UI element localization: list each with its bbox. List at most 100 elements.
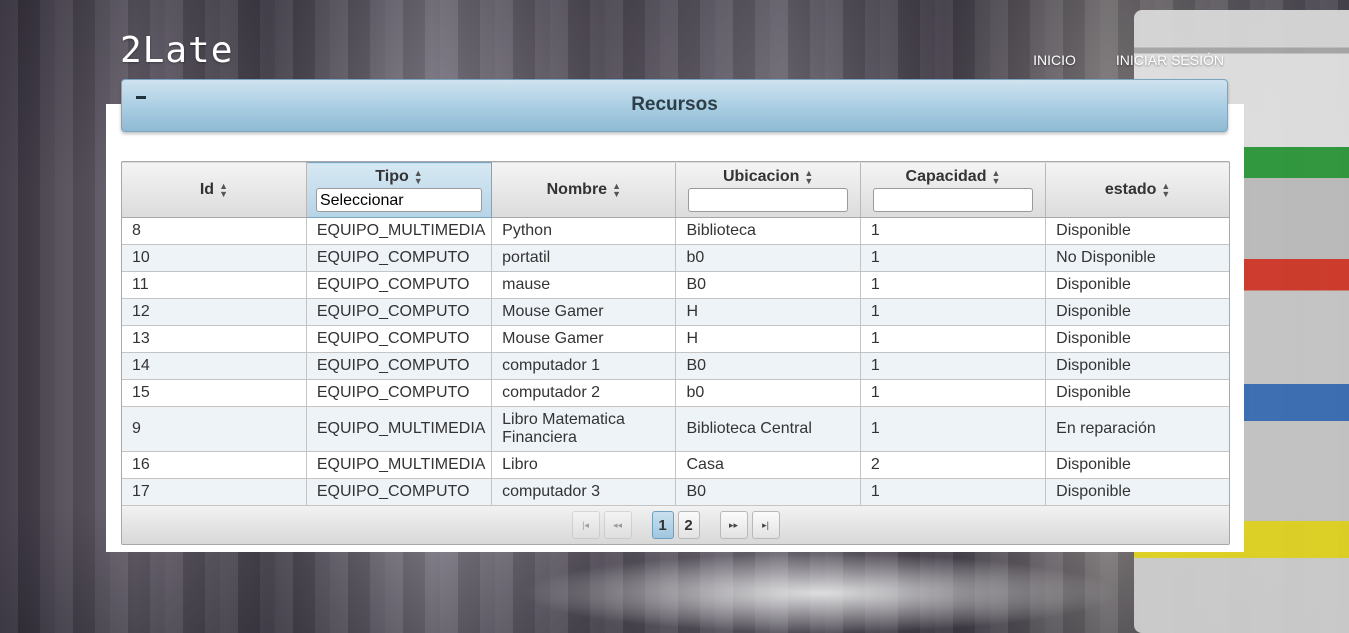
- cell-estado: Disponible: [1045, 298, 1229, 326]
- cell-nombre: computador 3: [491, 478, 677, 506]
- cell-capacidad: 2: [860, 451, 1047, 479]
- cell-tipo: EQUIPO_MULTIMEDIA: [306, 406, 493, 452]
- cell-estado: No Disponible: [1045, 244, 1229, 272]
- table-row[interactable]: 13 EQUIPO_COMPUTO Mouse Gamer H 1 Dispon…: [122, 325, 1229, 353]
- app-logo[interactable]: 2Late: [120, 30, 233, 71]
- cell-capacidad: 1: [860, 244, 1047, 272]
- panel-header: Recursos: [121, 79, 1228, 132]
- cell-estado: Disponible: [1045, 451, 1229, 479]
- cell-capacidad: 1: [860, 379, 1047, 407]
- cell-estado: En reparación: [1045, 406, 1229, 452]
- table-row[interactable]: 12 EQUIPO_COMPUTO Mouse Gamer H 1 Dispon…: [122, 298, 1229, 326]
- cell-ubicacion: H: [675, 325, 861, 353]
- cell-capacidad: 1: [860, 298, 1047, 326]
- paginator: |◂ ◂◂ 1 2 ▸▸ ▸|: [122, 506, 1229, 544]
- cell-estado: Disponible: [1045, 478, 1229, 506]
- cell-id: 13: [122, 325, 307, 353]
- column-header-label: Tipo: [375, 168, 409, 185]
- nav-home-link[interactable]: INICIO: [1033, 52, 1076, 68]
- cell-id: 12: [122, 298, 307, 326]
- table-row[interactable]: 17 EQUIPO_COMPUTO computador 3 B0 1 Disp…: [122, 478, 1229, 506]
- first-page-icon[interactable]: |◂: [571, 511, 600, 539]
- cell-id: 8: [122, 217, 307, 245]
- cell-tipo: EQUIPO_COMPUTO: [306, 298, 493, 326]
- column-header-label: Id: [199, 180, 215, 198]
- table-row[interactable]: 16 EQUIPO_MULTIMEDIA Libro Casa 2 Dispon…: [122, 451, 1229, 479]
- column-header-ubicacion[interactable]: Ubicacion ▲ ▼: [675, 162, 861, 218]
- column-header-id[interactable]: Id ▲ ▼: [122, 162, 307, 218]
- cell-id: 11: [122, 271, 307, 299]
- table-header-row: Id ▲ ▼ Tipo ▲ ▼ Seleccionar Nombre ▲ ▼ Ubicaci…: [122, 162, 1229, 218]
- prev-page-icon[interactable]: ◂◂: [603, 511, 632, 539]
- cell-nombre: computador 1: [491, 352, 677, 380]
- cell-tipo: EQUIPO_COMPUTO: [306, 478, 493, 506]
- sort-icon: ▲ ▼: [219, 180, 228, 199]
- table-row[interactable]: 15 EQUIPO_COMPUTO computador 2 b0 1 Disp…: [122, 379, 1229, 407]
- cell-capacidad: 1: [860, 271, 1047, 299]
- ubicacion-filter-input[interactable]: [688, 187, 849, 212]
- column-header-capacidad[interactable]: Capacidad ▲ ▼: [860, 162, 1047, 218]
- cell-ubicacion: b0: [675, 379, 861, 407]
- sort-icon: ▲ ▼: [612, 180, 621, 199]
- cell-capacidad: 1: [860, 478, 1047, 506]
- cell-id: 14: [122, 352, 307, 380]
- sort-icon: ▲ ▼: [1161, 180, 1171, 199]
- cell-nombre: mause: [491, 271, 677, 299]
- cell-nombre: Libro Matematica Financiera: [491, 406, 677, 452]
- cell-estado: Disponible: [1045, 352, 1229, 380]
- cell-id: 15: [122, 379, 307, 407]
- cell-tipo: EQUIPO_COMPUTO: [306, 244, 493, 272]
- table-row[interactable]: 8 EQUIPO_MULTIMEDIA Python Biblioteca 1 …: [122, 217, 1229, 245]
- table-row[interactable]: 9 EQUIPO_MULTIMEDIA Libro Matematica Fin…: [122, 406, 1229, 452]
- cell-ubicacion: B0: [675, 478, 861, 506]
- next-page-icon[interactable]: ▸▸: [719, 511, 748, 539]
- cell-tipo: EQUIPO_MULTIMEDIA: [306, 217, 493, 245]
- cell-ubicacion: Biblioteca Central: [675, 406, 861, 452]
- cell-nombre: Python: [491, 217, 677, 245]
- background-glow: [520, 553, 1120, 633]
- cell-nombre: portatil: [491, 244, 677, 272]
- column-header-nombre[interactable]: Nombre ▲ ▼: [491, 162, 677, 218]
- cell-id: 16: [122, 451, 307, 479]
- cell-tipo: EQUIPO_COMPUTO: [306, 325, 493, 353]
- cell-nombre: Mouse Gamer: [491, 298, 677, 326]
- table-row[interactable]: 14 EQUIPO_COMPUTO computador 1 B0 1 Disp…: [122, 352, 1229, 380]
- cell-nombre: Libro: [491, 451, 677, 479]
- table-row[interactable]: 10 EQUIPO_COMPUTO portatil b0 1 No Dispo…: [122, 244, 1229, 272]
- cell-ubicacion: B0: [675, 271, 861, 299]
- cell-ubicacion: Casa: [675, 451, 861, 479]
- column-header-label: estado: [1104, 180, 1157, 198]
- cell-ubicacion: H: [675, 298, 861, 326]
- cell-capacidad: 1: [860, 217, 1047, 245]
- cell-nombre: computador 2: [491, 379, 677, 407]
- cell-capacidad: 1: [860, 325, 1047, 353]
- cell-tipo: EQUIPO_MULTIMEDIA: [306, 451, 493, 479]
- tipo-filter-select[interactable]: Seleccionar: [315, 188, 482, 212]
- nav-login-link[interactable]: INICIAR SESIÓN: [1116, 52, 1224, 68]
- top-nav: INICIO INICIAR SESIÓN: [1033, 52, 1224, 68]
- cell-capacidad: 1: [860, 406, 1047, 452]
- cell-ubicacion: b0: [675, 244, 861, 272]
- cell-id: 9: [122, 406, 307, 452]
- cell-estado: Disponible: [1045, 217, 1229, 245]
- cell-ubicacion: B0: [675, 352, 861, 380]
- cell-tipo: EQUIPO_COMPUTO: [306, 379, 493, 407]
- last-page-icon[interactable]: ▸|: [751, 511, 780, 539]
- sort-icon: ▲ ▼: [804, 167, 814, 186]
- page-button-1[interactable]: 1: [651, 511, 674, 539]
- capacidad-filter-input[interactable]: [872, 187, 1033, 212]
- column-header-tipo[interactable]: Tipo ▲ ▼ Seleccionar: [305, 162, 493, 218]
- cell-tipo: EQUIPO_COMPUTO: [306, 271, 493, 299]
- sort-icon: ▲ ▼: [991, 167, 1001, 186]
- cell-nombre: Mouse Gamer: [491, 325, 677, 353]
- column-header-label: Capacidad: [905, 167, 987, 185]
- column-header-label: Nombre: [546, 180, 608, 198]
- cell-estado: Disponible: [1045, 271, 1229, 299]
- cell-ubicacion: Biblioteca: [675, 217, 861, 245]
- cell-estado: Disponible: [1045, 325, 1229, 353]
- table-row[interactable]: 11 EQUIPO_COMPUTO mause B0 1 Disponible: [122, 271, 1229, 299]
- cell-capacidad: 1: [860, 352, 1047, 380]
- page-button-2[interactable]: 2: [677, 511, 700, 539]
- sort-icon: ▲ ▼: [413, 167, 423, 186]
- column-header-estado[interactable]: estado ▲ ▼: [1045, 162, 1229, 218]
